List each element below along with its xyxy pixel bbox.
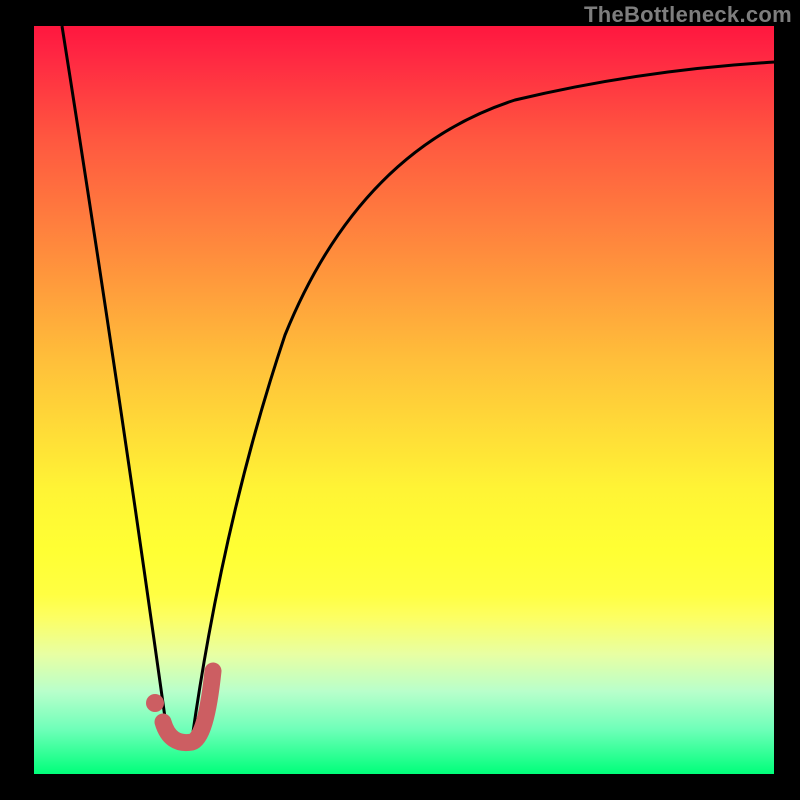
marker-j-hook bbox=[163, 671, 213, 743]
curve-left-leg bbox=[62, 26, 168, 739]
chart-frame: TheBottleneck.com bbox=[0, 0, 800, 800]
curve-right-rise bbox=[192, 62, 775, 739]
marker-dot bbox=[146, 694, 164, 712]
watermark-text: TheBottleneck.com bbox=[584, 2, 792, 28]
chart-svg bbox=[0, 0, 800, 800]
